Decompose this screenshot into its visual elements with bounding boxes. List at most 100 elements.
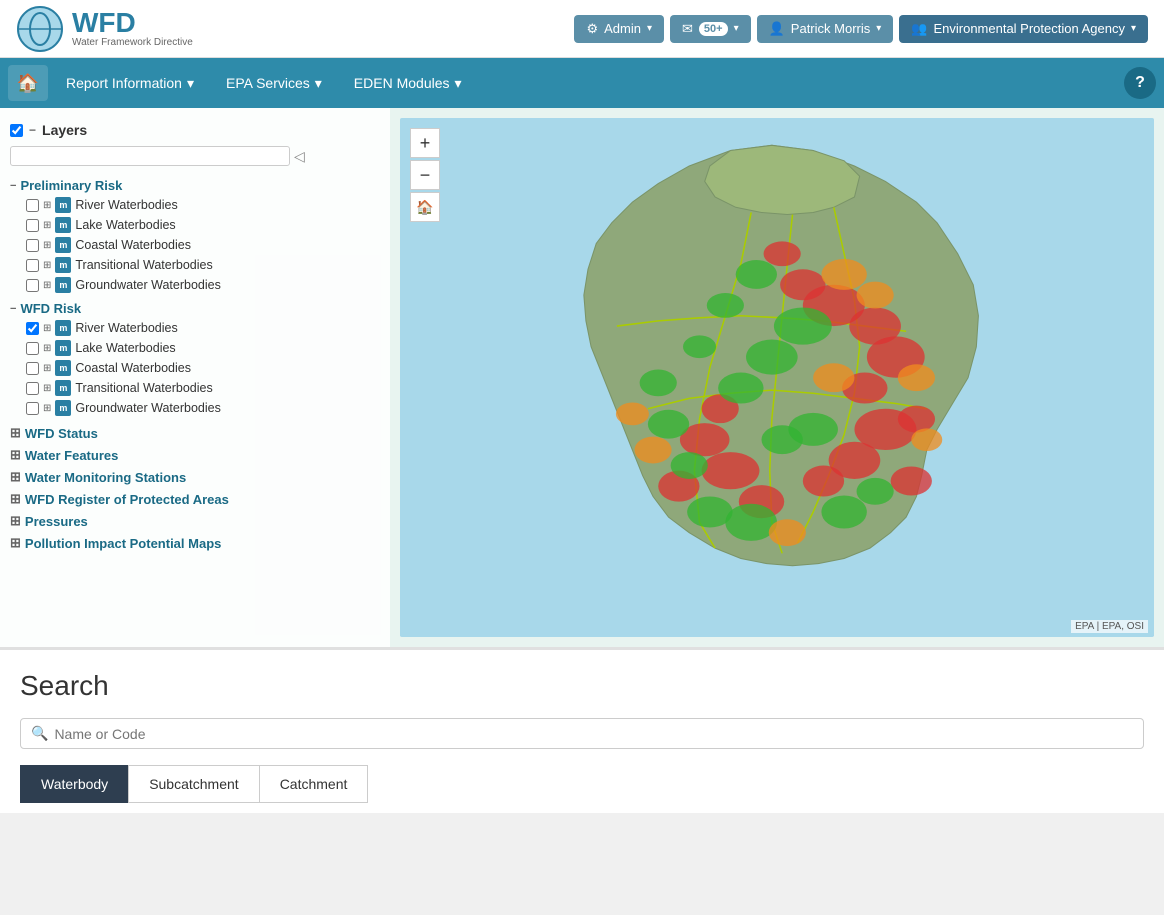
pollution-section[interactable]: ⊞ Pollution Impact Potential Maps (10, 532, 380, 554)
epa-services-caret: ▾ (315, 75, 322, 92)
wfd-risk-group: − WFD Risk ⊞ m River Waterbodies ⊞ m Lak… (10, 299, 380, 418)
epa-services-label: EPA Services (226, 75, 310, 91)
wfd-groundwater-checkbox[interactable] (26, 402, 39, 415)
preliminary-risk-items: ⊞ m River Waterbodies ⊞ m Lake Waterbodi… (26, 195, 380, 295)
wfd-register-section[interactable]: ⊞ WFD Register of Protected Areas (10, 488, 380, 510)
list-item: ⊞ m Coastal Waterbodies (26, 358, 380, 378)
layers-minus-icon: − (29, 123, 36, 137)
home-map-button[interactable]: 🏠 (410, 192, 440, 222)
layer-label: Lake Waterbodies (75, 341, 175, 355)
subcatchment-tab-label: Subcatchment (149, 776, 239, 792)
prelim-lake-checkbox[interactable] (26, 219, 39, 232)
layer-search-triangle-icon: ◁ (294, 148, 305, 165)
search-input[interactable] (54, 726, 1133, 742)
notify-badge: 50+ (699, 22, 728, 36)
plus-icon: ⊞ (10, 535, 21, 551)
expand-icon: ⊞ (43, 280, 51, 291)
waterbody-tab-label: Waterbody (41, 776, 108, 792)
expand-icon: ⊞ (43, 200, 51, 211)
admin-label: Admin (604, 21, 641, 36)
preliminary-risk-label: Preliminary Risk (20, 178, 122, 193)
layers-header: − Layers (10, 122, 380, 138)
notify-button[interactable]: ✉ 50+ ▾ (670, 15, 751, 43)
wfd-coastal-checkbox[interactable] (26, 362, 39, 375)
wfd-risk-label: WFD Risk (20, 301, 81, 316)
home-button[interactable]: 🏠 (8, 65, 48, 101)
wfd-lake-checkbox[interactable] (26, 342, 39, 355)
prelim-transitional-checkbox[interactable] (26, 259, 39, 272)
catchment-tab[interactable]: Catchment (259, 765, 369, 803)
admin-button[interactable]: ⚙ Admin ▾ (574, 15, 664, 43)
expand-icon: ⊞ (43, 403, 51, 414)
logo-subtitle-text: Water Framework Directive (72, 37, 193, 48)
search-title: Search (20, 670, 1144, 702)
search-icon: 🔍 (31, 725, 48, 742)
logo-area: WFD Water Framework Directive (16, 5, 193, 53)
list-item: ⊞ m Coastal Waterbodies (26, 235, 380, 255)
wfd-status-section[interactable]: ⊞ WFD Status (10, 422, 380, 444)
m-icon: m (55, 320, 71, 336)
section-label: Pressures (25, 514, 88, 529)
water-features-section[interactable]: ⊞ Water Features (10, 444, 380, 466)
expand-icon: ⊞ (43, 383, 51, 394)
layer-label: Lake Waterbodies (75, 218, 175, 232)
wfd-risk-items: ⊞ m River Waterbodies ⊞ m Lake Waterbodi… (26, 318, 380, 418)
user-label: Patrick Morris (791, 21, 870, 36)
layer-label: Coastal Waterbodies (75, 361, 191, 375)
zoom-in-button[interactable]: + (410, 128, 440, 158)
preliminary-risk-group: − Preliminary Risk ⊞ m River Waterbodies… (10, 176, 380, 295)
m-icon: m (55, 237, 71, 253)
report-information-label: Report Information (66, 75, 182, 91)
section-label: Water Features (25, 448, 118, 463)
list-item: ⊞ m Groundwater Waterbodies (26, 275, 380, 295)
epa-services-nav[interactable]: EPA Services ▾ (212, 67, 336, 100)
layers-master-checkbox[interactable] (10, 124, 23, 137)
user-caret: ▾ (876, 23, 881, 34)
org-button[interactable]: 👥 Environmental Protection Agency ▾ (899, 15, 1148, 43)
list-item: ⊞ m River Waterbodies (26, 318, 380, 338)
m-icon: m (55, 340, 71, 356)
nav-bar: 🏠 Report Information ▾ EPA Services ▾ ED… (0, 58, 1164, 108)
eden-modules-nav[interactable]: EDEN Modules ▾ (340, 67, 476, 100)
layers-sidebar: − Layers ◁ − Preliminary Risk ⊞ m River … (0, 108, 390, 647)
expand-icon: ⊞ (43, 220, 51, 231)
water-monitoring-section[interactable]: ⊞ Water Monitoring Stations (10, 466, 380, 488)
layer-search-input[interactable] (10, 146, 290, 166)
header-buttons: ⚙ Admin ▾ ✉ 50+ ▾ 👤 Patrick Morris ▾ 👥 E… (574, 15, 1148, 43)
plus-icon: ⊞ (10, 469, 21, 485)
map-container[interactable]: + − 🏠 (400, 118, 1154, 637)
report-information-nav[interactable]: Report Information ▾ (52, 67, 208, 100)
wfd-transitional-checkbox[interactable] (26, 382, 39, 395)
m-icon: m (55, 380, 71, 396)
prelim-river-checkbox[interactable] (26, 199, 39, 212)
notify-caret: ▾ (734, 23, 739, 34)
pressures-section[interactable]: ⊞ Pressures (10, 510, 380, 532)
catchment-tab-label: Catchment (280, 776, 348, 792)
help-button[interactable]: ? (1124, 67, 1156, 99)
plus-icon: ⊞ (10, 491, 21, 507)
prelim-coastal-checkbox[interactable] (26, 239, 39, 252)
waterbody-tab[interactable]: Waterbody (20, 765, 128, 803)
eden-modules-caret: ▾ (455, 75, 462, 92)
prelim-groundwater-checkbox[interactable] (26, 279, 39, 292)
zoom-out-button[interactable]: − (410, 160, 440, 190)
layer-search-row: ◁ (10, 146, 380, 166)
main-content: − Layers ◁ − Preliminary Risk ⊞ m River … (0, 108, 1164, 647)
logo-text: WFD Water Framework Directive (72, 9, 193, 48)
list-item: ⊞ m Transitional Waterbodies (26, 255, 380, 275)
wfd-logo-icon (16, 5, 64, 53)
wfd-river-checkbox[interactable] (26, 322, 39, 335)
layer-label: Transitional Waterbodies (75, 381, 212, 395)
section-label: WFD Status (25, 426, 98, 441)
layer-label: Groundwater Waterbodies (75, 401, 220, 415)
wfd-risk-title[interactable]: − WFD Risk (10, 299, 380, 318)
user-button[interactable]: 👤 Patrick Morris ▾ (757, 15, 894, 43)
admin-caret: ▾ (647, 23, 652, 34)
preliminary-risk-title[interactable]: − Preliminary Risk (10, 176, 380, 195)
layers-title: Layers (42, 122, 87, 138)
layer-label: Coastal Waterbodies (75, 238, 191, 252)
org-caret: ▾ (1131, 23, 1136, 34)
subcatchment-tab[interactable]: Subcatchment (128, 765, 259, 803)
list-item: ⊞ m Transitional Waterbodies (26, 378, 380, 398)
plus-icon: ⊞ (10, 447, 21, 463)
